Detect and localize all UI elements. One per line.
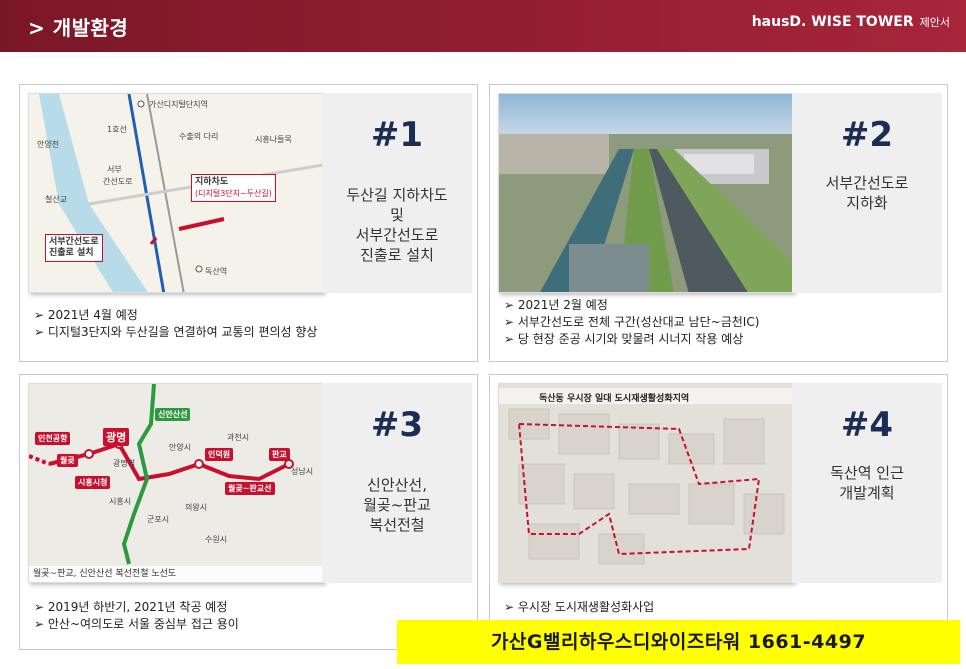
map-label-doksan: 독산역 <box>205 267 228 276</box>
map-label-road: 간선도로 <box>103 177 133 186</box>
card-bullets: 2019년 하반기, 2021년 착공 예정 안산~여의도로 서울 중심부 접근… <box>34 599 239 633</box>
map-box-exit-line2: 진출로 설치 <box>49 248 94 258</box>
bullet-item: 안산~여의도로 서울 중심부 접근 용이 <box>34 616 239 633</box>
map-label-siheung: 시흥나들목 <box>255 135 292 144</box>
map-label-town: 과천시 <box>227 433 250 442</box>
brand-logo: hausD. WISE TOWER 제안서 <box>752 14 950 30</box>
map-label-pangyo: 판교 <box>269 448 290 461</box>
desc-line: 서부간선도로 <box>355 226 439 244</box>
map-4: 독산동 우시장 일대 도시재생활성화지역 <box>498 383 794 583</box>
card-number: #1 <box>370 115 424 155</box>
map-label-town: 군포시 <box>147 515 170 524</box>
card-description: 서부간선도로 지하화 <box>792 173 942 213</box>
brand-sub: 제안서 <box>919 16 950 29</box>
map-1-graphic <box>29 94 323 292</box>
map-label-river: 안양천 <box>37 140 60 149</box>
map-label-bridge: 수출의 다리 <box>179 132 219 141</box>
map-label-town: 수원시 <box>205 535 228 544</box>
bullet-item: 2021년 2월 예정 <box>504 297 759 314</box>
map-box-underpass-sub: (디지털3단지~두산길) <box>195 189 272 198</box>
card-bullets: 2021년 2월 예정 서부간선도로 전체 구간(성산대교 남단~금천IC) 당… <box>504 297 760 348</box>
map-label-gwangmyeong: 광명 <box>103 428 130 446</box>
card-number: #3 <box>370 405 424 445</box>
desc-line: 복선전철 <box>369 516 425 534</box>
map-label-cheolsan: 철산교 <box>45 195 68 204</box>
desc-line: 두산길 지하차도 <box>346 186 448 204</box>
card-description: 두산길 지하차도 및 서부간선도로 진출로 설치 <box>322 185 472 265</box>
card-2: #2 서부간선도로 지하화 2021년 2월 예정 서부간선도로 전체 구간(성… <box>489 84 948 362</box>
map-title: 독산동 우시장 일대 도시재생활성화지역 <box>539 394 690 404</box>
map-label-station-1: 가산디지털단지역 <box>149 100 208 109</box>
map-label-wolgot: 월곶 <box>57 454 78 467</box>
aerial-photo-graphic <box>499 94 793 292</box>
map-label-town: 광명역 <box>113 459 136 468</box>
card-3: 인천공항 광명 월곶 시흥시청 인덕원 판교 월곶~판교선 신안산선 광명역 안… <box>19 374 478 650</box>
map-box-underpass: 지하차도 (디지털3단지~두산길) <box>191 174 276 202</box>
card-bullets: 우시장 도시재생활성화사업 <box>504 599 654 616</box>
bullet-item: 2019년 하반기, 2021년 착공 예정 <box>34 599 239 616</box>
card-4-side: #4 독산역 인근 개발계획 <box>792 383 942 583</box>
card-3-side: #3 신안산선, 월곶~판교 복선전철 <box>322 383 472 583</box>
header-bar: > 개발환경 hausD. WISE TOWER 제안서 <box>0 0 966 52</box>
map-box-underpass-title: 지하차도 <box>195 177 229 187</box>
map-1: 가산디지털단지역 1호선 수출의 다리 안양천 서부 간선도로 시흥나들목 철산… <box>28 93 324 293</box>
map-label-town: 시흥시 <box>109 497 132 506</box>
map-label-line: 1호선 <box>107 125 127 134</box>
desc-line: 월곶~판교 <box>363 496 431 514</box>
desc-line: 진출로 설치 <box>360 246 434 264</box>
map-label-town: 의왕시 <box>185 503 208 512</box>
card-number: #4 <box>840 405 894 445</box>
card-1: 가산디지털단지역 1호선 수출의 다리 안양천 서부 간선도로 시흥나들목 철산… <box>19 84 478 362</box>
bullet-item: 당 현장 준공 시기와 맞물려 시너지 작용 예상 <box>504 331 759 348</box>
desc-line: 및 <box>390 206 404 224</box>
desc-line: 지하화 <box>846 194 888 212</box>
card-4: 독산동 우시장 일대 도시재생활성화지역 #4 독산역 인근 개발계획 우시장 … <box>489 374 948 650</box>
desc-line: 신안산선, <box>367 476 427 494</box>
card-bullets: 2021년 4월 예정 디지털3단지와 두산길을 연결하여 교통의 편의성 향상 <box>34 307 318 341</box>
map-label-siheung-hall: 시흥시청 <box>75 476 111 489</box>
map-caption: 월곶~판교, 신안산선 복선전철 노선도 <box>29 566 323 582</box>
bullet-item: 서부간선도로 전체 구간(성산대교 남단~금천IC) <box>504 314 760 331</box>
desc-line: 개발계획 <box>839 484 895 502</box>
bullet-item: 디지털3단지와 두산길을 연결하여 교통의 편의성 향상 <box>34 324 318 341</box>
contact-banner: 가산G밸리하우스디와이즈타워 1661-4497 <box>397 620 960 664</box>
map-label-town: 안양시 <box>169 443 192 452</box>
map-label-town: 성남시 <box>291 467 314 476</box>
page-title: > 개발환경 <box>28 16 129 40</box>
photo-2 <box>498 93 794 293</box>
map-label-sinansan: 신안산선 <box>155 408 191 421</box>
brand-name: hausD. WISE TOWER <box>751 14 914 30</box>
card-description: 신안산선, 월곶~판교 복선전철 <box>322 475 472 535</box>
map-label-seobu: 서부 <box>107 165 122 174</box>
map-label-indeogwon: 인덕원 <box>205 448 234 461</box>
map-label-airport: 인천공항 <box>35 432 71 445</box>
map-3: 인천공항 광명 월곶 시흥시청 인덕원 판교 월곶~판교선 신안산선 광명역 안… <box>28 383 324 583</box>
map-label-line-name: 월곶~판교선 <box>225 482 275 495</box>
bullet-item: 우시장 도시재생활성화사업 <box>504 599 654 616</box>
map-box-exit-line1: 서부간선도로 <box>49 237 99 247</box>
desc-line: 독산역 인근 <box>830 464 904 482</box>
desc-line: 서부간선도로 <box>825 174 909 192</box>
card-2-side: #2 서부간선도로 지하화 <box>792 93 942 293</box>
card-number: #2 <box>840 115 894 155</box>
map-box-exit: 서부간선도로 진출로 설치 <box>45 234 103 262</box>
card-description: 독산역 인근 개발계획 <box>792 463 942 503</box>
bullet-item: 2021년 4월 예정 <box>34 307 317 324</box>
card-1-side: #1 두산길 지하차도 및 서부간선도로 진출로 설치 <box>322 93 472 293</box>
urban-map-graphic <box>499 384 793 582</box>
